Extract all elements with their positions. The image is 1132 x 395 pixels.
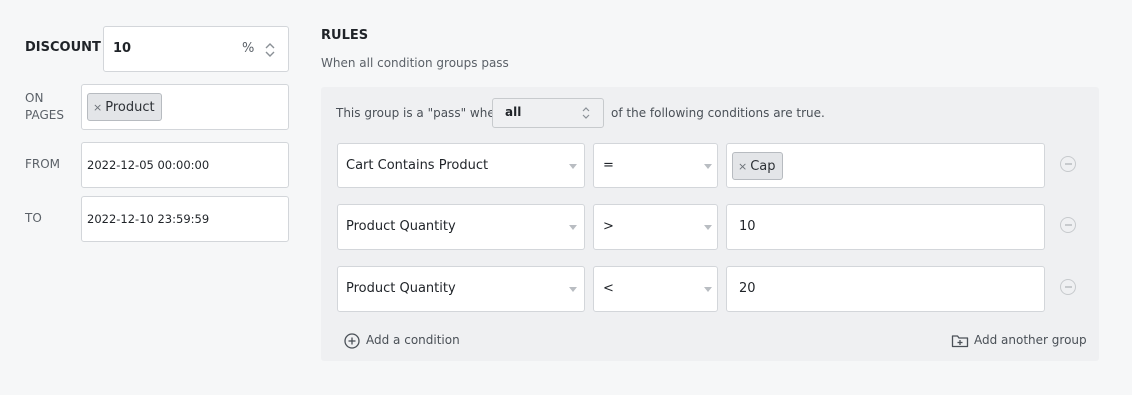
stepper-arrows-icon[interactable] — [264, 41, 276, 59]
caret-down-icon — [704, 164, 712, 169]
discount-value: 10 — [113, 41, 132, 56]
condition-operator-value: < — [603, 281, 614, 296]
caret-down-icon — [569, 225, 577, 230]
condition-field-select[interactable]: Cart Contains Product — [337, 143, 585, 188]
add-group-button[interactable]: Add another group — [951, 332, 1087, 349]
condition-field-select[interactable]: Product Quantity — [337, 204, 585, 250]
group-mode-select[interactable]: all — [492, 98, 604, 128]
on-pages-label: ON PAGES — [25, 91, 64, 122]
to-label: TO — [25, 211, 42, 225]
product-tag-label: Cap — [750, 158, 776, 174]
condition-value: 20 — [739, 281, 756, 296]
discount-label: DISCOUNT — [25, 40, 101, 55]
add-group-label: Add another group — [974, 333, 1087, 347]
page-tag-label: Product — [105, 99, 155, 115]
group-prefix: This group is a "pass" when — [336, 106, 503, 120]
rules-subtitle: When all condition groups pass — [321, 56, 509, 70]
condition-field-value: Product Quantity — [346, 281, 456, 296]
to-date-input[interactable]: 2022-12-10 23:59:59 — [81, 196, 289, 242]
condition-operator-select[interactable]: < — [593, 266, 718, 312]
condition-field-value: Cart Contains Product — [346, 158, 489, 173]
minus-circle-icon[interactable] — [1060, 156, 1076, 172]
condition-operator-select[interactable]: = — [593, 143, 718, 188]
remove-tag-icon[interactable]: × — [738, 160, 747, 173]
rules-title: RULES — [321, 28, 369, 43]
group-mode-value: all — [505, 105, 522, 119]
condition-value: 10 — [739, 219, 756, 234]
minus-circle-icon[interactable] — [1060, 217, 1076, 233]
from-date-input[interactable]: 2022-12-05 00:00:00 — [81, 142, 289, 188]
minus-circle-icon[interactable] — [1060, 279, 1076, 295]
discount-unit: % — [242, 41, 255, 56]
group-suffix: of the following conditions are true. — [611, 106, 825, 120]
remove-tag-icon[interactable]: × — [93, 101, 102, 114]
condition-value-input[interactable]: 20 — [726, 266, 1045, 312]
stepper-arrows-icon — [582, 107, 590, 119]
product-tag[interactable]: × Cap — [732, 152, 783, 180]
condition-group: This group is a "pass" when all of the f… — [321, 87, 1099, 361]
to-date-value: 2022-12-10 23:59:59 — [87, 212, 210, 226]
condition-operator-select[interactable]: > — [593, 204, 718, 250]
condition-operator-value: > — [603, 219, 614, 234]
folder-plus-icon — [951, 334, 969, 347]
condition-field-select[interactable]: Product Quantity — [337, 266, 585, 312]
plus-circle-icon — [344, 332, 360, 349]
from-date-value: 2022-12-05 00:00:00 — [87, 158, 210, 172]
condition-value-select[interactable]: × Cap — [726, 143, 1045, 188]
page-tag[interactable]: × Product — [87, 93, 162, 121]
from-label: FROM — [25, 157, 61, 171]
add-condition-label: Add a condition — [366, 333, 460, 347]
discount-input[interactable]: 10 % — [103, 26, 289, 72]
condition-field-value: Product Quantity — [346, 219, 456, 234]
caret-down-icon — [569, 164, 577, 169]
caret-down-icon — [704, 225, 712, 230]
on-pages-select[interactable]: × Product — [81, 84, 289, 130]
add-condition-button[interactable]: Add a condition — [344, 332, 460, 349]
caret-down-icon — [569, 287, 577, 292]
caret-down-icon — [704, 287, 712, 292]
condition-value-input[interactable]: 10 — [726, 204, 1045, 250]
condition-operator-value: = — [603, 158, 614, 173]
